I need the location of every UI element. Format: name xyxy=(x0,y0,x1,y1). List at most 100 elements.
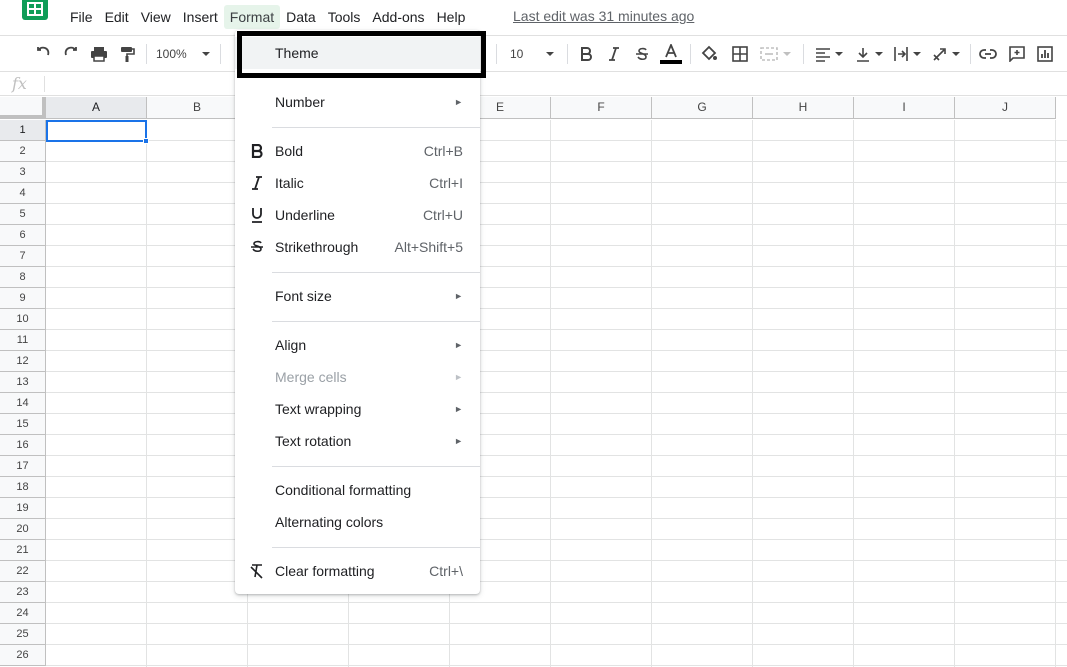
menu-help[interactable]: Help xyxy=(431,5,472,29)
vertical-align-button[interactable] xyxy=(852,42,886,66)
row-header[interactable]: 13 xyxy=(0,372,46,393)
row-header[interactable]: 10 xyxy=(0,309,46,330)
borders-button[interactable] xyxy=(729,42,751,66)
underline-shortcut: Ctrl+U xyxy=(422,207,463,223)
row-header[interactable]: 7 xyxy=(0,246,46,267)
row-header[interactable]: 12 xyxy=(0,351,46,372)
row-header[interactable]: 26 xyxy=(0,645,46,666)
last-edit-link[interactable]: Last edit was 31 minutes ago xyxy=(513,8,694,24)
insert-comment-button[interactable] xyxy=(1006,42,1028,66)
align-bottom-icon xyxy=(856,48,869,62)
insert-link-button[interactable] xyxy=(977,42,999,66)
row-header[interactable]: 19 xyxy=(0,498,46,519)
menu-data[interactable]: Data xyxy=(280,5,322,29)
menu-item-align[interactable]: Align ► xyxy=(235,329,480,361)
column-header[interactable]: J xyxy=(955,97,1056,119)
row-header[interactable]: 20 xyxy=(0,519,46,540)
text-color-button[interactable] xyxy=(659,42,683,66)
strikethrough-button[interactable] xyxy=(631,42,653,66)
row-header[interactable]: 2 xyxy=(0,141,46,162)
column-header[interactable]: I xyxy=(854,97,955,119)
chevron-down-icon xyxy=(951,52,960,56)
row-header[interactable]: 25 xyxy=(0,624,46,645)
row-header[interactable]: 9 xyxy=(0,288,46,309)
row-header[interactable]: 3 xyxy=(0,162,46,183)
row-header[interactable]: 15 xyxy=(0,414,46,435)
row-header[interactable]: 5 xyxy=(0,204,46,225)
zoom-select[interactable]: 100% xyxy=(156,42,216,66)
bold-label: Bold xyxy=(275,143,304,159)
sheets-logo[interactable] xyxy=(22,0,48,20)
menu-insert[interactable]: Insert xyxy=(177,5,224,29)
row-header[interactable]: 16 xyxy=(0,435,46,456)
row-header[interactable]: 18 xyxy=(0,477,46,498)
bold-icon xyxy=(247,135,267,167)
menu-item-bold[interactable]: Bold Ctrl+B xyxy=(235,135,480,167)
font-size-select[interactable]: 10 xyxy=(504,42,562,66)
select-all-corner[interactable] xyxy=(0,97,46,119)
clear-formatting-label: Clear formatting xyxy=(275,563,375,579)
text-wrapping-button[interactable] xyxy=(890,42,924,66)
row-header[interactable]: 23 xyxy=(0,582,46,603)
bold-button[interactable] xyxy=(575,42,597,66)
menu-item-conditional-formatting[interactable]: Conditional formatting xyxy=(235,474,480,506)
menu-item-italic[interactable]: Italic Ctrl+I xyxy=(235,167,480,199)
row-header[interactable]: 8 xyxy=(0,267,46,288)
fill-color-button[interactable] xyxy=(698,42,720,66)
row-header[interactable]: 11 xyxy=(0,330,46,351)
row-header[interactable]: 6 xyxy=(0,225,46,246)
active-cell-a1[interactable] xyxy=(46,120,147,142)
row-header[interactable]: 14 xyxy=(0,393,46,414)
column-header[interactable]: F xyxy=(551,97,652,119)
menu-file[interactable]: File xyxy=(64,5,99,29)
format-menu: Theme Number ► Bold Ctrl+B Italic Ctrl+I… xyxy=(235,30,480,594)
row-header[interactable]: 4 xyxy=(0,183,46,204)
fill-handle[interactable] xyxy=(143,138,149,144)
row-header[interactable]: 1 xyxy=(0,120,46,141)
merge-cells-label: Merge cells xyxy=(275,369,347,385)
menu-item-text-wrapping[interactable]: Text wrapping ► xyxy=(235,393,480,425)
row-header[interactable]: 21 xyxy=(0,540,46,561)
menu-view[interactable]: View xyxy=(135,5,177,29)
menu-item-alternating-colors[interactable]: Alternating colors xyxy=(235,506,480,538)
menu-format[interactable]: Format xyxy=(223,5,281,29)
menu-item-font-size[interactable]: Font size ► xyxy=(235,280,480,312)
borders-icon xyxy=(732,46,748,62)
column-header[interactable]: G xyxy=(652,97,753,119)
menu-item-strikethrough[interactable]: Strikethrough Alt+Shift+5 xyxy=(235,231,480,263)
font-size-value: 10 xyxy=(510,47,524,61)
print-button[interactable] xyxy=(88,42,110,66)
italic-icon xyxy=(609,47,619,61)
paint-format-button[interactable] xyxy=(116,42,138,66)
menu-item-clear-formatting[interactable]: Clear formatting Ctrl+\ xyxy=(235,555,480,587)
column-header[interactable]: A xyxy=(46,97,147,119)
underline-label: Underline xyxy=(275,207,335,223)
chevron-down-icon xyxy=(546,52,555,56)
menu-item-text-rotation[interactable]: Text rotation ► xyxy=(235,425,480,457)
redo-button[interactable] xyxy=(60,42,82,66)
text-wrap-icon xyxy=(893,47,908,61)
submenu-arrow-icon: ► xyxy=(454,404,463,414)
menu-item-number[interactable]: Number ► xyxy=(235,86,480,118)
merge-cells-button[interactable] xyxy=(758,42,794,66)
formula-input[interactable] xyxy=(54,76,1054,92)
menu-tools[interactable]: Tools xyxy=(322,5,367,29)
chevron-down-icon xyxy=(834,52,843,56)
italic-button[interactable] xyxy=(603,42,625,66)
column-header[interactable]: B xyxy=(147,97,248,119)
row-header[interactable]: 24 xyxy=(0,603,46,624)
row-header[interactable]: 17 xyxy=(0,456,46,477)
underline-icon xyxy=(247,199,267,231)
undo-button[interactable] xyxy=(32,42,54,66)
insert-chart-button[interactable] xyxy=(1034,42,1056,66)
menu-item-underline[interactable]: Underline Ctrl+U xyxy=(235,199,480,231)
horizontal-align-button[interactable] xyxy=(812,42,846,66)
menu-addons[interactable]: Add-ons xyxy=(366,5,430,29)
text-rotation-icon xyxy=(932,48,946,61)
redo-icon xyxy=(64,46,77,56)
text-rotation-button[interactable] xyxy=(929,42,963,66)
menu-edit[interactable]: Edit xyxy=(99,5,135,29)
cell-grid[interactable] xyxy=(46,120,1067,667)
column-header[interactable]: H xyxy=(753,97,854,119)
row-header[interactable]: 22 xyxy=(0,561,46,582)
